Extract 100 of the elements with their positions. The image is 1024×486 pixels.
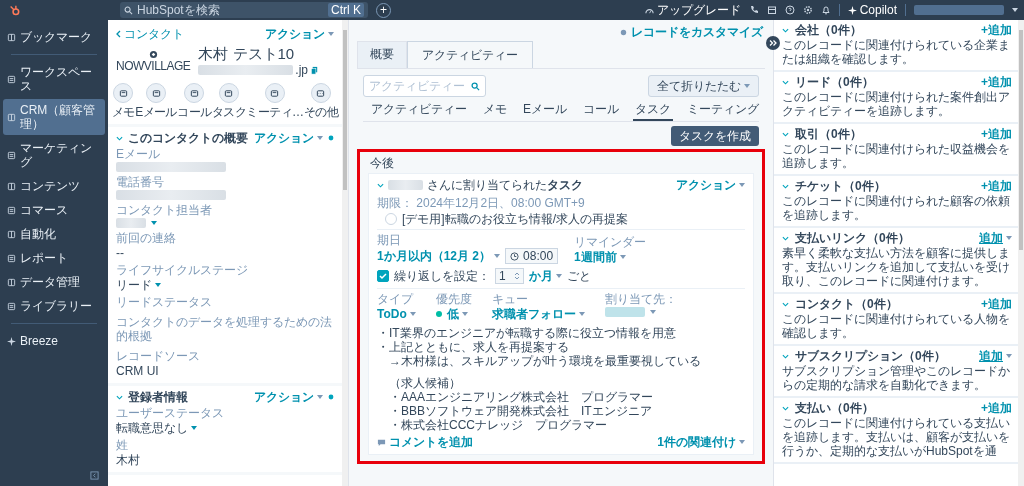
due-dropdown[interactable]: 1か月以内（12月 2） <box>377 249 501 263</box>
filter-tab[interactable]: ミーティング <box>685 100 761 121</box>
filter-tab[interactable]: Eメール <box>521 100 569 121</box>
quick-action-label: メモ <box>112 105 135 119</box>
tab[interactable]: アクティビティー <box>407 41 533 68</box>
add-link[interactable]: +追加 <box>981 297 1012 311</box>
time-field[interactable]: 08:00 <box>505 248 559 264</box>
add-link[interactable]: +追加 <box>981 179 1012 193</box>
tab[interactable]: 概要 <box>357 41 407 68</box>
nav-item[interactable]: マーケティング <box>3 137 105 173</box>
add-comment-link[interactable]: コメントを追加 <box>377 435 473 449</box>
nav-icon <box>7 277 16 287</box>
collapse-sidebar-icon[interactable] <box>90 471 99 480</box>
add-link[interactable]: 追加 <box>979 231 1012 245</box>
shortcut-badge: Ctrl K <box>328 3 364 17</box>
section-description: サブスクリプション管理やこのレコードからの定期的な請求を自動化できます。 <box>782 364 1011 392</box>
property-dropdown[interactable]: 求職者フォロー <box>491 307 585 321</box>
repeat-checkbox[interactable] <box>377 270 389 282</box>
chevron-icon[interactable] <box>782 235 789 241</box>
bell-icon[interactable] <box>820 5 831 15</box>
chevron-icon[interactable] <box>377 182 384 188</box>
add-link[interactable]: +追加 <box>981 127 1012 141</box>
add-link[interactable]: +追加 <box>981 75 1012 89</box>
scrollbar[interactable] <box>1018 20 1024 486</box>
nav-item[interactable]: CRM（顧客管理） <box>3 99 105 135</box>
nav-icon <box>7 74 16 84</box>
quick-action-button[interactable] <box>113 83 134 103</box>
actions-dropdown[interactable]: アクション <box>254 390 323 404</box>
chevron-icon[interactable] <box>782 405 789 411</box>
create-task-button[interactable]: タスクを作成 <box>671 126 759 146</box>
associations-dropdown[interactable]: 1件の関連付け <box>657 435 745 449</box>
action-icon <box>316 88 326 98</box>
search-field[interactable]: HubSpotを検索 Ctrl K <box>120 2 368 18</box>
quick-action-button[interactable] <box>146 83 166 103</box>
nav-item[interactable]: ワークスペース <box>3 61 105 97</box>
chevron-icon[interactable] <box>782 79 789 85</box>
add-link[interactable]: +追加 <box>981 23 1012 37</box>
field-dropdown[interactable]: リード <box>116 278 334 292</box>
note-line: ・IT業界のエンジニアが転職する際に役立つ情報を用意 <box>377 326 677 340</box>
chevron-icon[interactable] <box>116 135 123 141</box>
quick-action-button[interactable] <box>264 83 285 103</box>
help-icon[interactable] <box>784 5 795 15</box>
collapse-all-button[interactable]: 全て折りたたむ <box>648 75 759 97</box>
group-heading: 今後 <box>369 155 395 172</box>
caret-icon[interactable] <box>1012 8 1018 12</box>
nav-item[interactable]: レポート <box>3 247 105 269</box>
nav-item[interactable]: ライブラリー <box>3 295 105 317</box>
expand-panel-icon[interactable] <box>766 36 780 50</box>
copy-icon[interactable] <box>310 65 320 75</box>
chevron-icon[interactable] <box>782 131 789 137</box>
chevron-icon[interactable] <box>116 394 123 400</box>
nav-item[interactable]: 自動化 <box>3 223 105 245</box>
action-icon <box>224 88 234 98</box>
nav-item[interactable]: コマース <box>3 199 105 221</box>
phone-icon[interactable] <box>748 5 759 15</box>
quick-action-label: その他 <box>303 105 338 119</box>
add-link[interactable]: 追加 <box>979 349 1012 363</box>
nav-item[interactable]: コンテンツ <box>3 175 105 197</box>
quick-action-button[interactable] <box>310 83 331 103</box>
action-icon <box>151 88 161 98</box>
filter-tab[interactable]: アクティビティー <box>369 100 469 121</box>
scrollbar[interactable] <box>342 20 348 486</box>
section-description: このレコードに関連付けられている人物を確認します。 <box>782 312 1011 340</box>
copilot-button[interactable]: Copilot <box>847 3 897 17</box>
customize-link[interactable]: レコードをカスタマイズ <box>619 25 763 39</box>
action-icon <box>270 88 280 98</box>
caret-icon[interactable] <box>151 221 157 225</box>
chevron-icon[interactable] <box>782 353 789 359</box>
caret-icon <box>578 312 585 316</box>
priority-dropdown[interactable]: 低 <box>446 307 468 321</box>
actions-dropdown[interactable]: アクション <box>676 178 745 192</box>
actions-dropdown[interactable]: アクション <box>265 27 334 41</box>
upgrade-button[interactable]: アップグレード <box>644 3 741 17</box>
sprocket-logo-icon[interactable] <box>8 3 22 17</box>
field-value: 木村 <box>116 453 141 467</box>
field-dropdown[interactable]: 転職意思なし <box>116 421 334 435</box>
filter-tab[interactable]: コール <box>581 100 621 121</box>
nav-item[interactable]: ブックマーク <box>3 26 105 48</box>
section-title: 登録者情報 <box>128 390 189 404</box>
nav-item[interactable]: Breeze <box>3 330 105 352</box>
back-link[interactable]: コンタクト <box>116 27 184 41</box>
unit-dropdown[interactable]: か月 <box>528 269 562 283</box>
add-link[interactable]: +追加 <box>981 401 1012 415</box>
store-icon[interactable] <box>766 5 777 15</box>
nav-item[interactable]: データ管理 <box>3 271 105 293</box>
quick-action-label: ミーティ… <box>246 105 304 119</box>
chevron-icon[interactable] <box>782 27 789 33</box>
filter-tab[interactable]: メモ <box>481 100 509 121</box>
chevron-icon[interactable] <box>782 301 789 307</box>
chevron-icon[interactable] <box>782 183 789 189</box>
actions-dropdown[interactable]: アクション <box>254 131 323 145</box>
reminder-dropdown[interactable]: 1週間前 <box>574 250 647 264</box>
quick-action-button[interactable] <box>218 83 239 103</box>
quick-action-button[interactable] <box>184 83 205 103</box>
filter-tab[interactable]: タスク <box>633 100 673 121</box>
search-icon <box>124 5 133 15</box>
section-description: このレコードに関連付けられている企業または組織を確認します。 <box>782 38 1011 66</box>
interval-field[interactable]: 1 <box>495 268 524 284</box>
property-dropdown[interactable]: ToDo <box>377 307 416 321</box>
field-label: コンタクトのデータを処理するための法的根拠 <box>116 315 333 343</box>
